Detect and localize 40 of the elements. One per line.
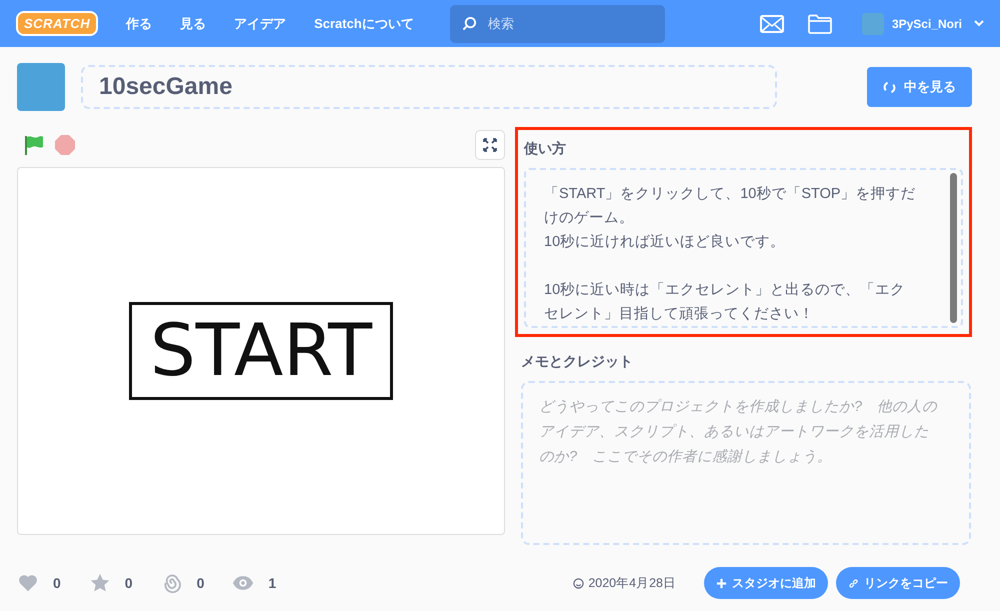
fullscreen-button[interactable] — [475, 130, 505, 160]
see-inside-button[interactable]: 中を見る — [867, 67, 972, 107]
flag-icon[interactable] — [23, 134, 45, 156]
author-avatar[interactable] — [17, 63, 65, 111]
instructions-heading: 使い方 — [524, 140, 567, 158]
instructions-box[interactable]: 「START」をクリックして、10秒で「STOP」を押すだけのゲーム。 10秒に近ければ近いほど良いです。 10秒に近い時は「エクセレント」と出るので、「エクセレント」目指して頑張ってください！ — [524, 168, 963, 328]
project-title-field[interactable]: 10secGame — [81, 65, 777, 109]
search-field[interactable]: 検索 — [450, 4, 665, 42]
refresh-icon — [883, 80, 896, 94]
envelope-icon[interactable] — [760, 14, 784, 32]
game-stage[interactable]: START — [17, 167, 505, 535]
stat-count: 0 — [196, 575, 204, 591]
user-avatar[interactable] — [862, 12, 884, 34]
start-label: START — [128, 302, 394, 400]
smiley-icon — [573, 578, 584, 588]
notes-field[interactable]: どうやってこのプロジェクトを作成しましたか? 他の人のアイデア、スクリプト、あるいはアートワークを活用したのか? ここでその作者に感謝しましょう。 — [521, 381, 971, 545]
notes-heading: メモとクレジット — [521, 353, 634, 371]
scrollbar[interactable] — [950, 173, 957, 323]
scratch-logo[interactable]: SCRATCH — [16, 11, 98, 36]
copy-link-button[interactable]: リンクをコピー — [836, 567, 960, 599]
heart-icon[interactable] — [17, 572, 39, 594]
chevron-down-icon[interactable] — [974, 20, 984, 27]
folder-icon[interactable] — [808, 14, 832, 34]
nav-link[interactable]: 見る — [166, 14, 220, 32]
stat-count: 0 — [124, 575, 133, 591]
stop-icon[interactable] — [55, 134, 75, 154]
nav-link[interactable]: アイデア — [220, 14, 300, 32]
nav-link[interactable]: Scratchについて — [300, 14, 428, 32]
star-icon[interactable] — [88, 572, 111, 594]
add-to-studio-button[interactable]: スタジオに追加 — [704, 567, 828, 599]
nav-link[interactable]: 作る — [112, 14, 166, 32]
plus-icon — [716, 578, 727, 588]
link-icon — [848, 578, 859, 588]
search-icon — [462, 16, 477, 30]
stat-count: 0 — [53, 575, 61, 591]
instructions-text: 「START」をクリックして、10秒で「STOP」を押すだけのゲーム。 10秒に近ければ近いほど良いです。 10秒に近い時は「エクセレント」と出るので、「エクセレント」目指して頑張ってください！ — [543, 185, 917, 324]
stat-count: 1 — [268, 575, 276, 591]
username[interactable]: 3PySci_Nori — [892, 16, 962, 30]
share-date: 2020年4月28日 — [588, 574, 676, 592]
expand-icon — [483, 138, 497, 152]
